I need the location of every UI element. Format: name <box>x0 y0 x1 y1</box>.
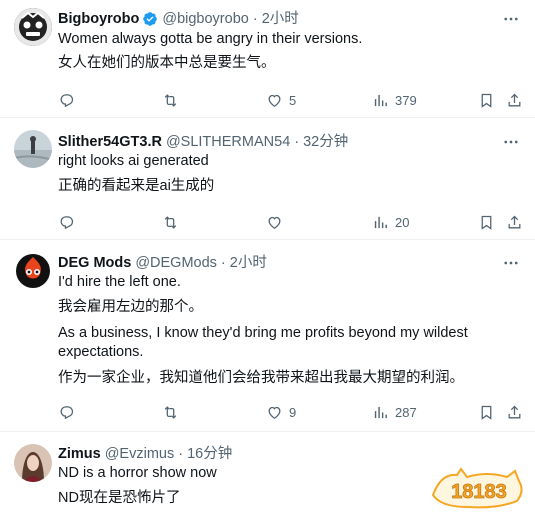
reply-button[interactable] <box>58 401 75 423</box>
timestamp[interactable]: 16分钟 <box>187 445 232 463</box>
author-name[interactable]: Bigboyrobo <box>58 10 139 28</box>
timestamp[interactable]: 2小时 <box>262 10 299 28</box>
avatar[interactable] <box>14 130 52 168</box>
views-button[interactable]: 287 <box>372 401 417 423</box>
tweet-2[interactable]: Slither54GT3.R @SLITHERMAN54 · 32分钟 righ… <box>0 118 535 238</box>
tweet-text-line: Women always gotta be angry in their ver… <box>58 31 363 47</box>
avatar[interactable] <box>14 8 52 46</box>
bookmark-button[interactable] <box>478 211 495 233</box>
action-bar: 5 379 <box>56 89 526 111</box>
bookmark-button[interactable] <box>478 401 495 423</box>
views-button[interactable]: 20 <box>372 211 409 233</box>
reply-icon <box>60 215 74 229</box>
separator-dot: · <box>252 11 258 27</box>
tweet-text-line: 我会雇用左边的那个。 <box>58 299 203 315</box>
views-button[interactable]: 379 <box>372 89 417 111</box>
views-count: 379 <box>395 92 417 108</box>
views-icon <box>374 94 387 106</box>
tweet-text-line: 作为一家企业，我知道他们会给我带来超出我最大期望的利润。 <box>58 370 464 386</box>
reply-icon <box>60 405 74 419</box>
retweet-icon <box>164 215 177 229</box>
reply-button[interactable] <box>58 211 75 233</box>
action-bar: 20 <box>56 211 526 233</box>
avatar-image <box>14 252 52 290</box>
bookmark-icon <box>481 405 492 420</box>
verified-badge-icon <box>142 11 158 27</box>
more-icon[interactable] <box>501 10 521 28</box>
separator-dot: · <box>178 446 184 462</box>
tweet-3[interactable]: DEG Mods @DEGMods · 2小时 I'd hire the lef… <box>0 240 535 430</box>
avatar-image <box>14 130 52 168</box>
timestamp[interactable]: 32分钟 <box>303 133 348 151</box>
author-handle[interactable]: @DEGMods <box>135 254 217 272</box>
retweet-button[interactable] <box>162 211 185 233</box>
retweet-button[interactable] <box>162 89 185 111</box>
like-button[interactable] <box>266 211 289 233</box>
like-icon <box>268 216 281 229</box>
like-icon <box>268 406 281 419</box>
share-button[interactable] <box>506 211 523 233</box>
retweet-button[interactable] <box>162 401 185 423</box>
views-count: 20 <box>395 214 410 230</box>
bookmark-button[interactable] <box>478 89 495 111</box>
avatar[interactable] <box>14 444 52 482</box>
action-bar: 9 287 <box>56 401 526 423</box>
share-button[interactable] <box>506 89 523 111</box>
views-icon <box>374 406 387 418</box>
author-handle[interactable]: @Evzimus <box>105 445 175 463</box>
tweet-text-line: I'd hire the left one. <box>58 274 181 290</box>
views-icon <box>374 216 387 228</box>
separator-dot: · <box>294 134 300 150</box>
share-button[interactable] <box>506 401 523 423</box>
separator-dot: · <box>220 255 226 271</box>
tweet-text-line: expectations. <box>58 344 144 360</box>
share-icon <box>508 93 521 106</box>
tweet-text-line: right looks ai generated <box>58 153 209 169</box>
timestamp[interactable]: 2小时 <box>230 254 267 272</box>
share-icon <box>508 405 521 418</box>
reply-icon <box>60 93 74 107</box>
tweet-text-line: ND is a horror show now <box>58 465 217 481</box>
like-button[interactable]: 9 <box>266 401 296 423</box>
tweet-1[interactable]: Bigboyrobo @bigboyrobo · 2小时 Women alway… <box>0 0 535 116</box>
like-button[interactable]: 5 <box>266 89 296 111</box>
like-icon <box>268 94 281 107</box>
like-count: 9 <box>289 404 297 420</box>
author-handle[interactable]: @bigboyrobo <box>162 10 248 28</box>
author-handle[interactable]: @SLITHERMAN54 <box>166 133 290 151</box>
views-count: 287 <box>395 404 417 420</box>
more-icon[interactable] <box>501 133 521 151</box>
avatar-image <box>14 444 52 482</box>
watermark-text: 18183 <box>451 481 507 503</box>
watermark-logo: 18183 <box>427 465 527 511</box>
retweet-icon <box>164 93 177 107</box>
tweet-text-line: ND现在是恐怖片了 <box>58 490 181 506</box>
reply-button[interactable] <box>58 89 75 111</box>
author-name[interactable]: DEG Mods <box>58 254 131 272</box>
share-icon <box>508 215 521 228</box>
avatar[interactable] <box>14 252 52 290</box>
tweet-text-line: 正确的看起来是ai生成的 <box>58 178 215 194</box>
retweet-icon <box>164 405 177 419</box>
author-name[interactable]: Zimus <box>58 445 101 463</box>
more-icon[interactable] <box>501 254 521 272</box>
bookmark-icon <box>481 215 492 230</box>
tweet-text-line: 女人在她们的版本中总是要生气。 <box>58 55 276 71</box>
like-count: 5 <box>289 92 297 108</box>
tweet-text-line: As a business, I know they'd bring me pr… <box>58 325 468 341</box>
author-name[interactable]: Slither54GT3.R <box>58 133 162 151</box>
avatar-image <box>14 8 52 46</box>
bookmark-icon <box>481 93 492 108</box>
